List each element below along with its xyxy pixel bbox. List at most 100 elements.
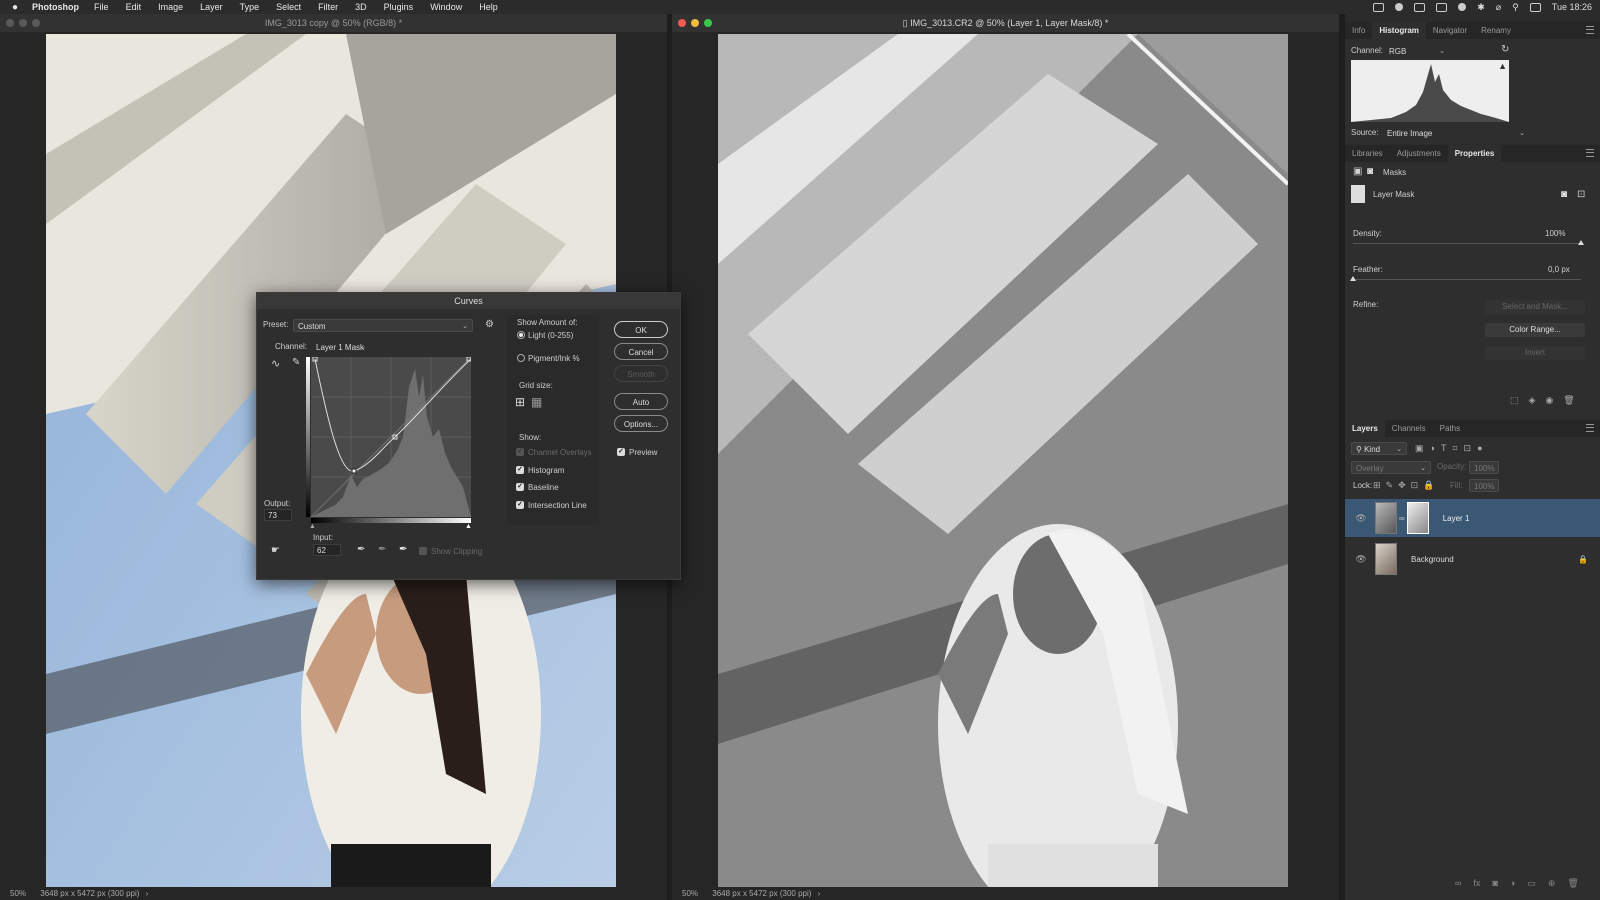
refresh-icon[interactable]: ↻ — [1501, 44, 1509, 55]
opacity-field[interactable]: 100% — [1469, 461, 1499, 474]
zoom-window-button[interactable] — [704, 19, 712, 27]
moon-icon[interactable] — [1458, 3, 1467, 11]
ok-button[interactable]: OK — [614, 321, 668, 338]
tab-paths[interactable]: Paths — [1433, 420, 1467, 437]
pixel-filter-icon[interactable]: ▣ — [1415, 443, 1424, 454]
invert-button[interactable]: Invert — [1485, 346, 1585, 360]
white-eyedropper-icon[interactable]: ✒ — [399, 544, 407, 555]
cancel-button[interactable]: Cancel — [614, 343, 668, 360]
input-field[interactable]: 62 — [313, 544, 341, 556]
curves-dialog[interactable]: Curves Preset: Custom ⌄ ⚙ Channel: Layer … — [256, 292, 681, 580]
type-filter-icon[interactable]: T — [1441, 443, 1447, 454]
channel-select[interactable]: Layer 1 Mask ⌄ — [312, 341, 370, 354]
right-doc-info[interactable]: 3648 px x 5472 px (300 ppi) — [712, 889, 811, 898]
tab-adjustments[interactable]: Adjustments — [1390, 145, 1448, 162]
preset-select[interactable]: Custom ⌄ — [293, 319, 473, 332]
preview-checkbox[interactable]: ✓ — [617, 448, 625, 456]
grid-detailed-icon[interactable]: ▦ — [531, 395, 542, 409]
fx-icon[interactable]: fx — [1473, 878, 1480, 889]
control-center-icon[interactable] — [1529, 2, 1541, 12]
tab-properties[interactable]: Properties — [1447, 145, 1502, 162]
pixel-mask-icon[interactable]: ▣ — [1353, 166, 1362, 177]
panel-menu-icon[interactable] — [1586, 424, 1594, 432]
blend-mode-select[interactable]: Overlay ⌄ — [1351, 461, 1431, 474]
menu-help[interactable]: Help — [479, 2, 498, 12]
menu-filter[interactable]: Filter — [318, 2, 338, 12]
source-select[interactable]: Entire Image ⌄ — [1383, 127, 1529, 140]
lock-icon[interactable]: 🔒 — [1578, 555, 1588, 564]
right-photo-canvas[interactable] — [718, 34, 1288, 887]
select-and-mask-button[interactable]: Select and Mask... — [1485, 300, 1585, 314]
white-point-slider[interactable]: ▲ — [465, 523, 472, 530]
lock-paint-icon[interactable]: ✎ — [1386, 480, 1394, 491]
tab-libraries[interactable]: Libraries — [1345, 145, 1390, 162]
select-mask-icon[interactable]: ◙ — [1561, 189, 1567, 200]
intersection-line-checkbox[interactable]: ✓ — [516, 501, 524, 509]
tab-histogram[interactable]: Histogram — [1372, 22, 1426, 39]
layer-1-name[interactable]: Layer 1 — [1443, 514, 1470, 523]
new-layer-icon[interactable]: ⊕ — [1548, 878, 1556, 889]
background-name[interactable]: Background — [1411, 555, 1454, 564]
left-document-tab[interactable]: IMG_3013 copy @ 50% (RGB/8) * — [0, 14, 667, 32]
visibility-icon[interactable]: ◉ — [1545, 395, 1553, 406]
histogram-channel-select[interactable]: RGB ⌄ — [1385, 45, 1449, 58]
menu-file[interactable]: File — [94, 2, 109, 12]
fill-field[interactable]: 100% — [1469, 479, 1499, 492]
stack-icon[interactable] — [1436, 2, 1448, 12]
vector-mask-icon[interactable]: ⊡ — [1577, 189, 1585, 200]
minimize-window-button[interactable] — [19, 19, 27, 27]
chevron-right-icon[interactable]: › — [146, 889, 149, 898]
layer-row-layer-1[interactable]: 👁 ∞ Layer 1 — [1345, 499, 1600, 537]
pigment-radio[interactable] — [517, 354, 525, 362]
gray-eyedropper-icon[interactable]: ✒ — [378, 544, 386, 555]
histogram-checkbox[interactable]: ✓ — [516, 466, 524, 474]
tab-renamy[interactable]: Renamy — [1474, 22, 1518, 39]
panel-menu-icon[interactable] — [1586, 26, 1594, 34]
panel-menu-icon[interactable] — [1586, 149, 1594, 157]
minimize-window-button[interactable] — [691, 19, 699, 27]
right-zoom-level[interactable]: 50% — [682, 889, 698, 898]
menu-3d[interactable]: 3D — [355, 2, 367, 12]
eye-icon[interactable]: 👁 — [1353, 554, 1369, 565]
feather-value[interactable]: 0,0 px — [1548, 265, 1570, 274]
black-eyedropper-icon[interactable]: ✒ — [357, 544, 365, 555]
lock-all-icon[interactable]: 🔒 — [1423, 480, 1434, 491]
mask-icon[interactable]: ◙ — [1367, 166, 1373, 177]
clock[interactable]: Tue 18:26 — [1552, 2, 1592, 12]
close-window-button[interactable] — [6, 19, 14, 27]
layer-1-thumbnail[interactable] — [1375, 502, 1397, 534]
adjustment-layer-icon[interactable]: ◑ — [1510, 878, 1515, 889]
bluetooth-icon[interactable]: ✱ — [1477, 2, 1485, 13]
grid-simple-icon[interactable]: ⊞ — [515, 395, 525, 409]
new-group-icon[interactable]: ▭ — [1527, 878, 1536, 889]
smart-object-filter-icon[interactable]: ⊡ — [1464, 443, 1472, 454]
add-mask-icon[interactable]: ◙ — [1492, 878, 1497, 889]
light-radio[interactable] — [517, 331, 525, 339]
density-value[interactable]: 100% — [1545, 229, 1565, 238]
filter-toggle-icon[interactable]: ● — [1477, 443, 1482, 454]
chevron-right-icon[interactable]: › — [818, 889, 821, 898]
link-layers-icon[interactable]: ∞ — [1455, 878, 1461, 889]
wifi-off-icon[interactable]: ⌀ — [1496, 2, 1501, 13]
creative-cloud-icon[interactable] — [1395, 3, 1404, 11]
menu-select[interactable]: Select — [276, 2, 301, 12]
feather-slider-thumb[interactable] — [1350, 276, 1356, 281]
apply-mask-icon[interactable]: ◈ — [1529, 395, 1536, 406]
trash-icon[interactable]: 🗑 — [1567, 878, 1578, 889]
gear-icon[interactable]: ⚙ — [485, 319, 494, 330]
load-selection-icon[interactable]: ⬚ — [1510, 395, 1519, 406]
pencil-icon[interactable]: ✎ — [292, 357, 300, 368]
black-point-slider[interactable]: ▲ — [309, 523, 316, 530]
lock-artboard-icon[interactable]: ⊡ — [1411, 480, 1419, 491]
lock-transparency-icon[interactable]: ⊞ — [1373, 480, 1381, 491]
hand-tool-icon[interactable]: ☛ — [271, 545, 280, 556]
search-icon[interactable]: ⚲ — [1512, 2, 1519, 13]
eye-icon[interactable]: 👁 — [1353, 513, 1369, 524]
curves-dialog-title[interactable]: Curves — [257, 293, 680, 309]
curve-graph[interactable] — [310, 356, 472, 518]
left-doc-info[interactable]: 3648 px x 5472 px (300 ppi) — [40, 889, 139, 898]
menu-edit[interactable]: Edit — [126, 2, 142, 12]
menu-plugins[interactable]: Plugins — [384, 2, 414, 12]
adjustment-filter-icon[interactable]: ◑ — [1430, 443, 1435, 454]
feather-slider-track[interactable] — [1353, 279, 1581, 280]
